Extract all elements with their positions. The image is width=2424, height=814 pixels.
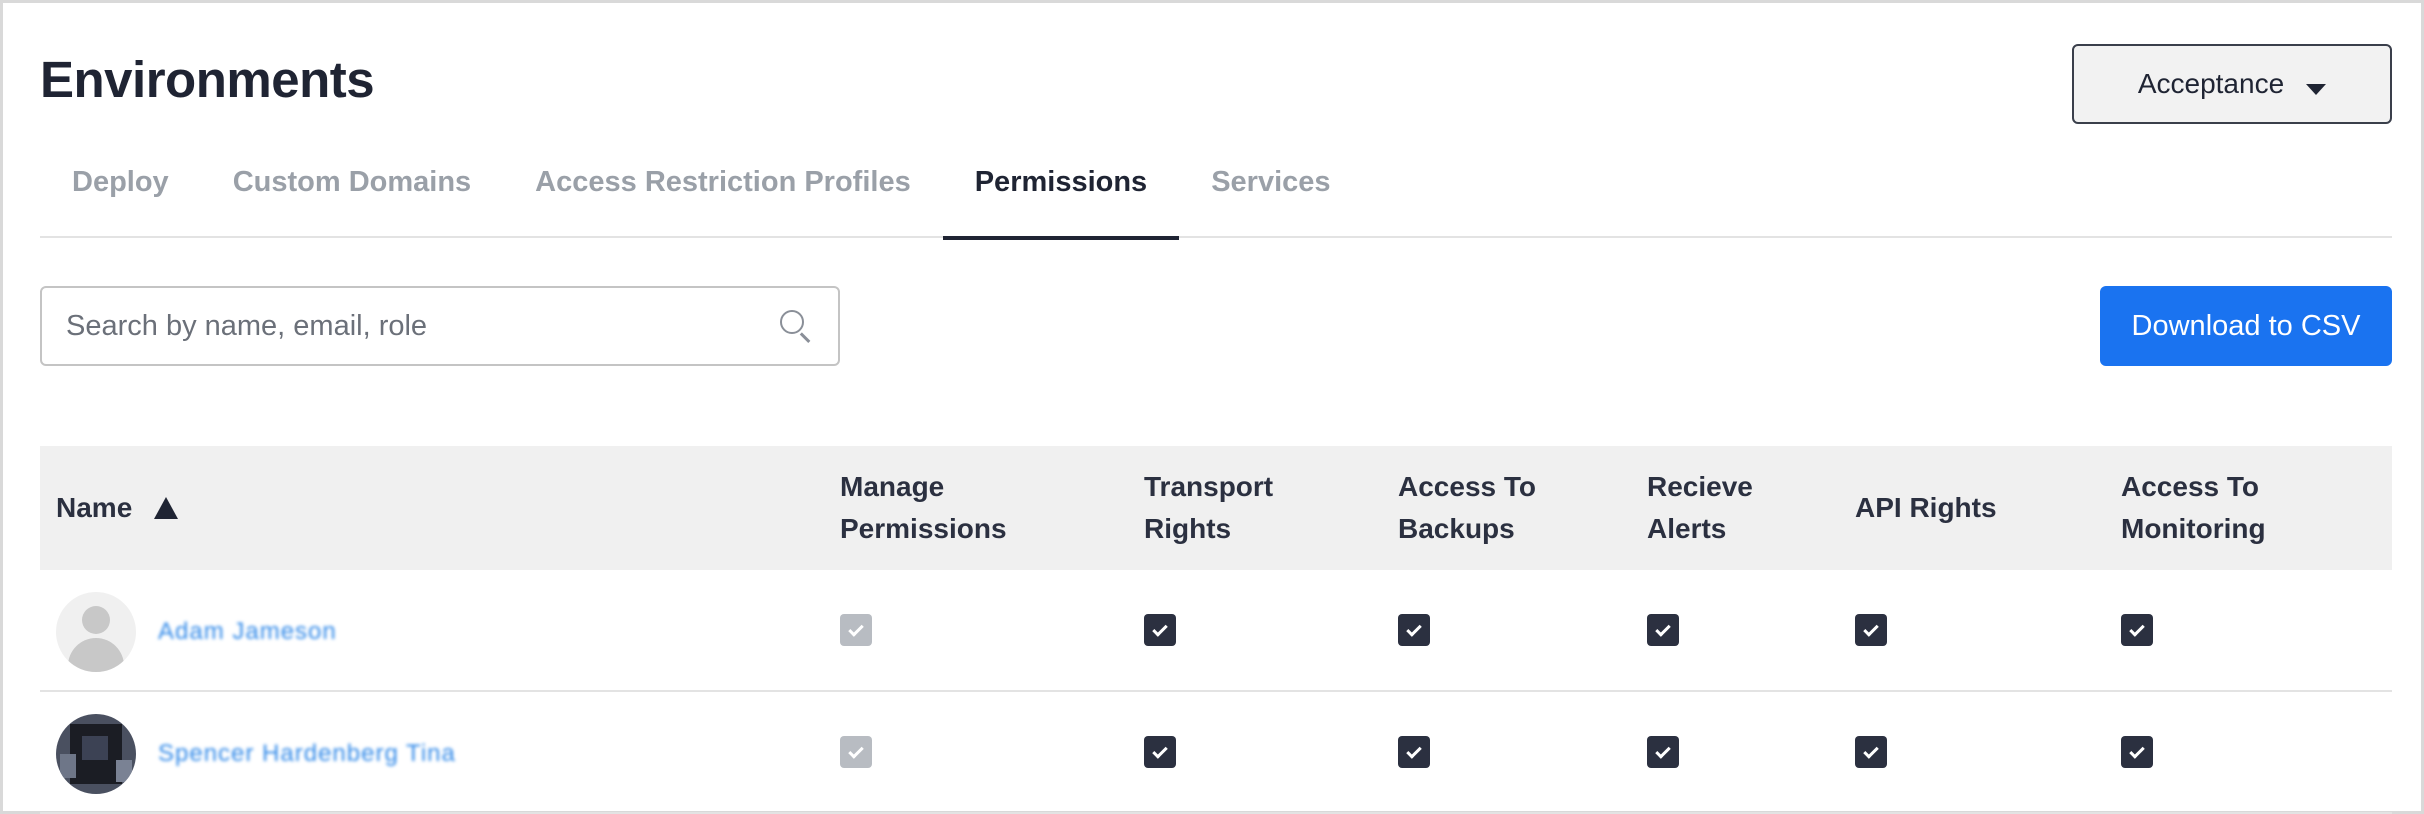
checkmark-icon — [1863, 620, 1879, 637]
checkbox-access-to-backups[interactable] — [1398, 736, 1430, 768]
checkbox-recieve-alerts[interactable] — [1647, 736, 1679, 768]
checkbox-api-rights[interactable] — [1855, 736, 1887, 768]
column-header-manage-permissions: Manage Permissions — [840, 471, 1007, 544]
table-header: Name Manage Permissions Transport Rights… — [40, 446, 2392, 570]
tab-bar: Deploy Custom Domains Access Restriction… — [40, 150, 2392, 240]
user-photo-avatar — [56, 714, 136, 794]
column-header-label: Name — [56, 492, 133, 523]
chevron-down-icon — [2306, 83, 2327, 95]
tab-custom-domains[interactable]: Custom Domains — [201, 150, 503, 238]
page-title: Environments — [40, 51, 375, 108]
checkbox-recieve-alerts[interactable] — [1647, 614, 1679, 646]
checkmark-icon — [1655, 620, 1671, 637]
tab-access-restriction-profiles[interactable]: Access Restriction Profiles — [503, 150, 943, 238]
column-header-access-to-backups: Access To Backups — [1398, 471, 1536, 544]
user-name-link[interactable]: Spencer Hardenberg Tina — [158, 740, 456, 768]
column-header-recieve-alerts: Recieve Alerts — [1647, 471, 1753, 544]
checkmark-icon — [848, 742, 864, 759]
checkmark-icon — [2129, 620, 2145, 637]
checkbox-access-to-monitoring[interactable] — [2121, 736, 2153, 768]
tab-services[interactable]: Services — [1179, 150, 1362, 238]
checkmark-icon — [1152, 620, 1168, 637]
checkmark-icon — [1152, 742, 1168, 759]
column-header-api-rights: API Rights — [1855, 492, 1997, 523]
search-icon[interactable] — [778, 308, 814, 344]
checkbox-transport-rights[interactable] — [1144, 736, 1176, 768]
checkmark-icon — [848, 620, 864, 637]
checkbox-access-to-backups[interactable] — [1398, 614, 1430, 646]
checkbox-access-to-monitoring[interactable] — [2121, 614, 2153, 646]
search-box — [40, 286, 840, 366]
download-csv-button[interactable]: Download to CSV — [2100, 286, 2392, 366]
environment-dropdown[interactable]: Acceptance — [2072, 44, 2392, 124]
search-input[interactable] — [66, 309, 778, 343]
checkmark-icon — [1406, 742, 1422, 759]
table-row: Adam Jameson — [40, 570, 2392, 692]
default-avatar-icon — [56, 592, 136, 672]
column-header-name[interactable]: Name — [56, 446, 179, 570]
column-header-access-to-monitoring: Access To Monitoring — [2121, 471, 2266, 544]
sort-ascending-icon[interactable] — [154, 497, 179, 519]
environment-dropdown-value: Acceptance — [2137, 68, 2285, 99]
checkbox-transport-rights[interactable] — [1144, 614, 1176, 646]
tab-deploy[interactable]: Deploy — [40, 150, 201, 238]
checkmark-icon — [1655, 742, 1671, 759]
permissions-table: Name Manage Permissions Transport Rights… — [40, 446, 2392, 814]
checkbox-manage-permissions — [840, 736, 872, 768]
checkmark-icon — [2129, 742, 2145, 759]
checkmark-icon — [1406, 620, 1422, 637]
checkmark-icon — [1863, 742, 1879, 759]
user-name-link[interactable]: Adam Jameson — [158, 618, 337, 646]
table-row: Spencer Hardenberg Tina — [40, 692, 2392, 814]
checkbox-manage-permissions — [840, 614, 872, 646]
column-header-transport-rights: Transport Rights — [1144, 471, 1274, 544]
checkbox-api-rights[interactable] — [1855, 614, 1887, 646]
tab-permissions[interactable]: Permissions — [942, 150, 1180, 240]
